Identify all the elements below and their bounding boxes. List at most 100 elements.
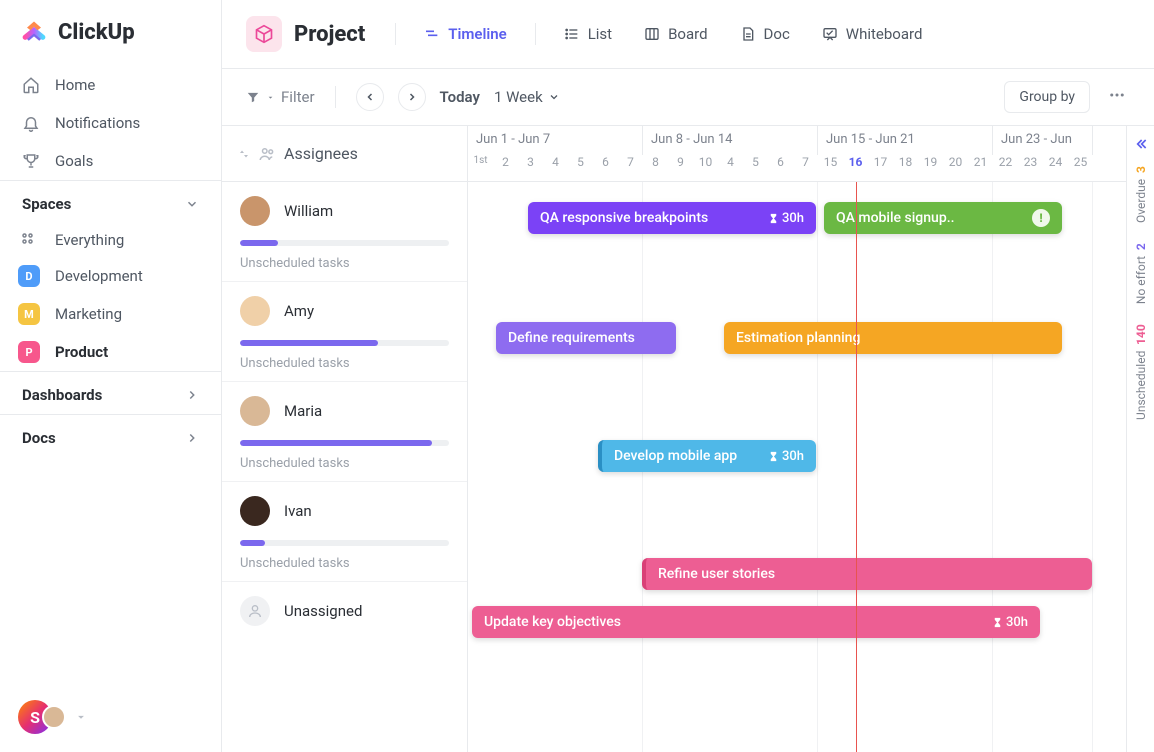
- column-header[interactable]: Assignees: [222, 126, 467, 182]
- view-doc[interactable]: Doc: [730, 19, 800, 49]
- next-button[interactable]: [398, 83, 426, 111]
- day-label: 4: [543, 155, 568, 181]
- caret-down-icon[interactable]: [74, 710, 88, 724]
- home-icon: [22, 76, 40, 94]
- docs-label: Docs: [22, 429, 56, 447]
- user-avatar: [42, 705, 66, 729]
- assignee-row[interactable]: AmyUnscheduled tasks: [222, 282, 467, 382]
- day-label: 22: [993, 155, 1018, 181]
- prev-button[interactable]: [356, 83, 384, 111]
- task-bar[interactable]: Define requirements: [496, 322, 676, 354]
- hourglass-icon: [768, 451, 779, 462]
- week-label: Jun 23 - Jun: [993, 126, 1093, 155]
- assignee-row[interactable]: Ivan Unscheduled tasks: [222, 482, 467, 582]
- dots-icon: [1108, 86, 1126, 104]
- week-label: Jun 15 - Jun 21: [818, 126, 993, 155]
- task-hours: 30h: [768, 449, 804, 464]
- day-label: 3: [518, 155, 543, 181]
- nav-home[interactable]: Home: [0, 66, 221, 104]
- unscheduled-link[interactable]: Unscheduled tasks: [240, 556, 449, 571]
- day-label: 9: [668, 155, 693, 181]
- task-label: Estimation planning: [736, 330, 860, 346]
- unassigned-icon: [240, 596, 270, 626]
- task-bar[interactable]: QA mobile signup..!: [824, 202, 1062, 234]
- day-label: 24: [1043, 155, 1068, 181]
- assignee-row[interactable]: MariaUnscheduled tasks: [222, 382, 467, 482]
- nav-goals[interactable]: Goals: [0, 142, 221, 180]
- dashboards-header[interactable]: Dashboards: [0, 371, 221, 414]
- task-bar[interactable]: Estimation planning: [724, 322, 1062, 354]
- day-label: 2: [493, 155, 518, 181]
- view-list[interactable]: List: [554, 19, 622, 49]
- view-whiteboard[interactable]: Whiteboard: [812, 19, 933, 49]
- nav-notifications[interactable]: Notifications: [0, 104, 221, 142]
- groupby-button[interactable]: Group by: [1004, 81, 1090, 113]
- brand-logo[interactable]: ClickUp: [0, 0, 221, 66]
- divider: [335, 86, 336, 108]
- range-selector[interactable]: 1 Week: [494, 88, 560, 106]
- view-timeline[interactable]: Timeline: [414, 19, 516, 49]
- unscheduled-link[interactable]: Unscheduled tasks: [240, 356, 449, 371]
- task-bar[interactable]: Refine user stories: [642, 558, 1092, 590]
- assignee-row[interactable]: WilliamUnscheduled tasks: [222, 182, 467, 282]
- assignee-name: Ivan: [284, 502, 312, 520]
- space-item-marketing[interactable]: MMarketing: [0, 295, 221, 333]
- more-button[interactable]: [1104, 82, 1130, 112]
- spaces-header[interactable]: Spaces: [0, 180, 221, 223]
- day-label: 18: [893, 155, 918, 181]
- day-label: 6: [768, 155, 793, 181]
- task-label: Update key objectives: [484, 614, 621, 630]
- assignee-avatar: [240, 396, 270, 426]
- assignee-column: Assignees WilliamUnscheduled tasksAmyUns…: [222, 126, 468, 752]
- unscheduled-link[interactable]: Unscheduled tasks: [240, 256, 449, 271]
- day-label: 20: [943, 155, 968, 181]
- collapse-icon[interactable]: [1133, 136, 1149, 152]
- today-button[interactable]: Today: [440, 88, 480, 106]
- stats-panel: Overdue 3 No effort 2 Unscheduled 140: [1126, 126, 1154, 752]
- filter-icon: [246, 90, 260, 104]
- task-bar[interactable]: Develop mobile app30h: [598, 440, 816, 472]
- unscheduled-link[interactable]: Unscheduled tasks: [240, 456, 449, 471]
- week-label: Jun 1 - Jun 7: [468, 126, 643, 155]
- space-everything[interactable]: Everything: [0, 223, 221, 257]
- gantt-grid[interactable]: Jun 1 - Jun 7Jun 8 - Jun 14Jun 15 - Jun …: [468, 126, 1126, 752]
- project-icon[interactable]: [246, 16, 282, 52]
- task-bar[interactable]: Update key objectives30h: [472, 606, 1040, 638]
- sort-icon: [238, 148, 250, 160]
- assignee-row[interactable]: Unassigned: [222, 582, 467, 650]
- space-badge: M: [18, 303, 40, 325]
- filter-button[interactable]: Filter: [246, 88, 315, 106]
- day-label: 7: [618, 155, 643, 181]
- grid-icon: [20, 231, 38, 249]
- task-label: QA responsive breakpoints: [540, 210, 708, 226]
- space-item-development[interactable]: DDevelopment: [0, 257, 221, 295]
- chevron-right-icon: [185, 388, 199, 402]
- project-title: Project: [294, 22, 365, 47]
- day-label: 21: [968, 155, 993, 181]
- day-label: 25: [1068, 155, 1093, 181]
- day-label: 17: [868, 155, 893, 181]
- assignee-avatar: [240, 296, 270, 326]
- assignee-name: Unassigned: [284, 602, 362, 620]
- task-label: Refine user stories: [658, 566, 775, 582]
- view-board[interactable]: Board: [634, 19, 717, 49]
- workload-bar: [240, 540, 449, 546]
- day-label: 10: [693, 155, 718, 181]
- stat-overdue[interactable]: Overdue 3: [1134, 166, 1148, 223]
- task-hours: 30h: [768, 211, 804, 226]
- doc-icon: [740, 26, 756, 42]
- stat-unscheduled[interactable]: Unscheduled 140: [1134, 324, 1148, 420]
- task-bar[interactable]: QA responsive breakpoints 30h: [528, 202, 816, 234]
- day-label: 4: [718, 155, 743, 181]
- alert-icon: !: [1032, 209, 1050, 227]
- docs-header[interactable]: Docs: [0, 414, 221, 457]
- list-icon: [564, 26, 580, 42]
- divider: [535, 23, 536, 45]
- whiteboard-icon: [822, 26, 838, 42]
- stat-noeffort[interactable]: No effort 2: [1134, 243, 1148, 304]
- chevron-down-icon: [548, 91, 560, 103]
- board-icon: [644, 26, 660, 42]
- workload-bar: [240, 240, 449, 246]
- user-footer[interactable]: S: [0, 682, 221, 752]
- space-item-product[interactable]: PProduct: [0, 333, 221, 371]
